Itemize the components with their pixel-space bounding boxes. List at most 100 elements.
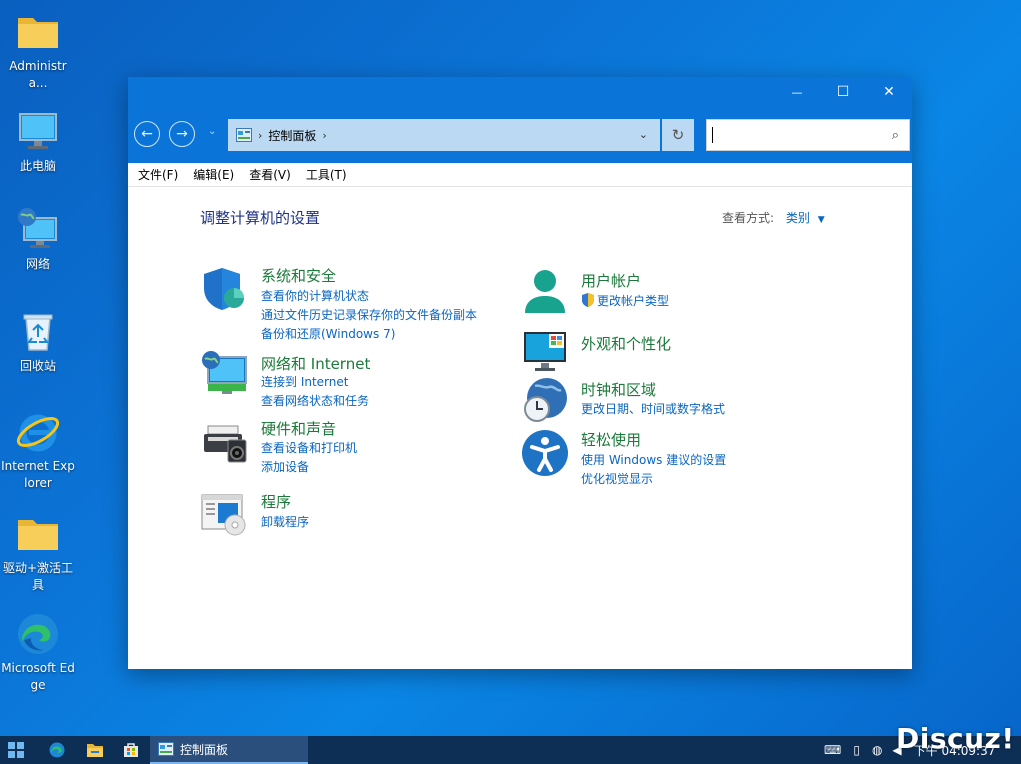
accessibility-icon <box>522 430 568 476</box>
category-link[interactable]: 连接到 Internet <box>261 373 348 390</box>
desktop-icon-this-pc[interactable]: 此电脑 <box>0 108 76 175</box>
battery-icon[interactable]: ▯ <box>853 743 860 757</box>
close-icon: ✕ <box>883 84 895 100</box>
keyboard-icon[interactable]: ⌨ <box>824 743 841 757</box>
category-link[interactable]: 添加设备 <box>261 458 309 475</box>
back-button[interactable]: ← <box>134 121 160 147</box>
content-area: 调整计算机的设置 查看方式: 类别 ▼ 系统和安全 查看你的计算机状态 通过文件… <box>128 187 912 668</box>
desktop-icon-label: Administra... <box>9 59 67 90</box>
windows-logo-icon <box>8 742 24 758</box>
category-title[interactable]: 硬件和声音 <box>261 418 336 439</box>
taskbar-edge[interactable] <box>42 736 72 764</box>
recycle-bin-icon <box>23 314 53 351</box>
monitor-icon <box>524 332 566 371</box>
desktop-icon-edge[interactable]: Microsoft Edge <box>0 610 76 694</box>
desktop-icon-label: 此电脑 <box>19 159 56 173</box>
desktop-icon-recycle-bin[interactable]: 回收站 <box>0 308 76 375</box>
menu-file[interactable]: 文件(F) <box>138 166 178 183</box>
category-link[interactable]: 使用 Windows 建议的设置 <box>581 451 726 468</box>
category-link[interactable]: 查看设备和打印机 <box>261 439 357 456</box>
category-title[interactable]: 用户帐户 <box>581 270 641 291</box>
category-link[interactable]: 卸载程序 <box>261 513 309 530</box>
breadcrumb-separator[interactable]: › <box>322 129 326 142</box>
search-icon[interactable]: ⌕ <box>892 128 899 143</box>
network-icon <box>202 351 247 394</box>
forward-button[interactable]: → <box>169 121 195 147</box>
refresh-button[interactable]: ↻ <box>662 119 694 151</box>
clock-globe-icon <box>524 378 567 422</box>
desktop-icon-label: Internet Explorer <box>1 459 75 490</box>
control-panel-icon <box>158 742 174 756</box>
desktop-icon-label: 网络 <box>25 257 50 271</box>
category-title[interactable]: 程序 <box>261 491 291 512</box>
desktop-icon-internet-explorer[interactable]: Internet Explorer <box>0 408 76 492</box>
breadcrumb-separator: › <box>258 128 263 142</box>
taskbar-store[interactable] <box>116 736 146 764</box>
address-bar[interactable]: › 控制面板 › ⌄ <box>228 119 660 151</box>
text-cursor <box>712 127 713 143</box>
taskbar-file-explorer[interactable] <box>80 736 110 764</box>
recent-locations-button[interactable]: ⌄ <box>208 126 216 137</box>
file-explorer-icon <box>87 744 103 757</box>
folder-icon <box>18 520 58 550</box>
category-link[interactable]: 更改日期、时间或数字格式 <box>581 400 725 417</box>
view-by-label: 查看方式: <box>722 211 775 225</box>
menu-bar: 文件(F) 编辑(E) 查看(V) 工具(T) <box>128 163 912 187</box>
minimize-button[interactable]: — <box>774 77 820 107</box>
view-by-dropdown[interactable]: 类别 <box>786 211 810 225</box>
internet-explorer-icon <box>16 414 60 452</box>
store-icon <box>124 743 138 757</box>
title-bar[interactable]: — ☐ ✕ <box>128 77 912 107</box>
view-by: 查看方式: 类别 ▼ <box>722 209 825 226</box>
maximize-button[interactable]: ☐ <box>820 77 866 107</box>
control-panel-icon <box>236 128 252 142</box>
menu-edit[interactable]: 编辑(E) <box>193 166 234 183</box>
category-title[interactable]: 时钟和区域 <box>581 379 656 400</box>
category-link[interactable]: 备份和还原(Windows 7) <box>261 325 395 342</box>
programs-icon <box>201 494 246 536</box>
category-link[interactable]: 查看网络状态和任务 <box>261 392 369 409</box>
user-icon <box>525 270 565 313</box>
uac-shield-icon <box>582 293 594 307</box>
menu-view[interactable]: 查看(V) <box>249 166 291 183</box>
desktop-icon-administrator[interactable]: Administra... <box>0 8 76 92</box>
taskbar-control-panel[interactable]: 控制面板 <box>150 736 308 764</box>
edge-icon <box>18 614 58 654</box>
category-title[interactable]: 轻松使用 <box>581 429 641 450</box>
category-title[interactable]: 外观和个性化 <box>581 333 671 354</box>
network-status-icon[interactable]: ◍ <box>872 743 882 757</box>
navigation-bar: ← → ⌄ › 控制面板 › ⌄ ↻ ⌕ <box>128 107 912 163</box>
taskbar: 控制面板 ⌨ ▯ ◍ ◀ 下午 04:09:37 <box>0 736 1021 764</box>
folder-icon <box>18 18 58 48</box>
refresh-icon: ↻ <box>671 126 685 144</box>
category-link[interactable]: 更改帐户类型 <box>597 292 669 309</box>
computer-icon <box>19 113 57 149</box>
category-link[interactable]: 优化视觉显示 <box>581 470 653 487</box>
desktop-icon-label: Microsoft Edge <box>1 661 75 692</box>
category-title[interactable]: 网络和 Internet <box>261 353 370 374</box>
arrow-left-icon: ← <box>141 126 153 142</box>
arrow-right-icon: → <box>176 126 188 142</box>
maximize-icon: ☐ <box>836 84 850 100</box>
category-title[interactable]: 系统和安全 <box>261 265 336 286</box>
caret-down-icon[interactable]: ▼ <box>818 215 825 225</box>
start-button[interactable] <box>0 736 32 764</box>
minimize-icon: — <box>791 85 803 99</box>
taskbar-item-label: 控制面板 <box>180 742 229 757</box>
category-link[interactable]: 通过文件历史记录保存你的文件备份副本 <box>261 306 477 323</box>
desktop-icon-label: 回收站 <box>19 359 56 373</box>
category-link[interactable]: 查看你的计算机状态 <box>261 287 369 304</box>
network-icon <box>18 208 57 248</box>
close-button[interactable]: ✕ <box>866 77 912 107</box>
edge-icon <box>49 742 65 758</box>
address-dropdown-icon[interactable]: ⌄ <box>639 128 648 141</box>
breadcrumb-control-panel[interactable]: 控制面板 <box>268 127 316 144</box>
page-title: 调整计算机的设置 <box>200 209 321 227</box>
desktop-icon-label: 驱动+激活工具 <box>2 561 74 592</box>
control-panel-window: — ☐ ✕ ← → ⌄ › 控制面板 › ⌄ ↻ ⌕ 文件(F) 编辑(E) 查… <box>128 77 912 669</box>
search-input[interactable]: ⌕ <box>706 119 910 151</box>
desktop-icon-network[interactable]: 网络 <box>0 206 76 273</box>
desktop-icon-driver-tools[interactable]: 驱动+激活工具 <box>0 510 76 594</box>
discuz-watermark: Discuz! <box>896 722 1015 755</box>
menu-tools[interactable]: 工具(T) <box>306 166 347 183</box>
